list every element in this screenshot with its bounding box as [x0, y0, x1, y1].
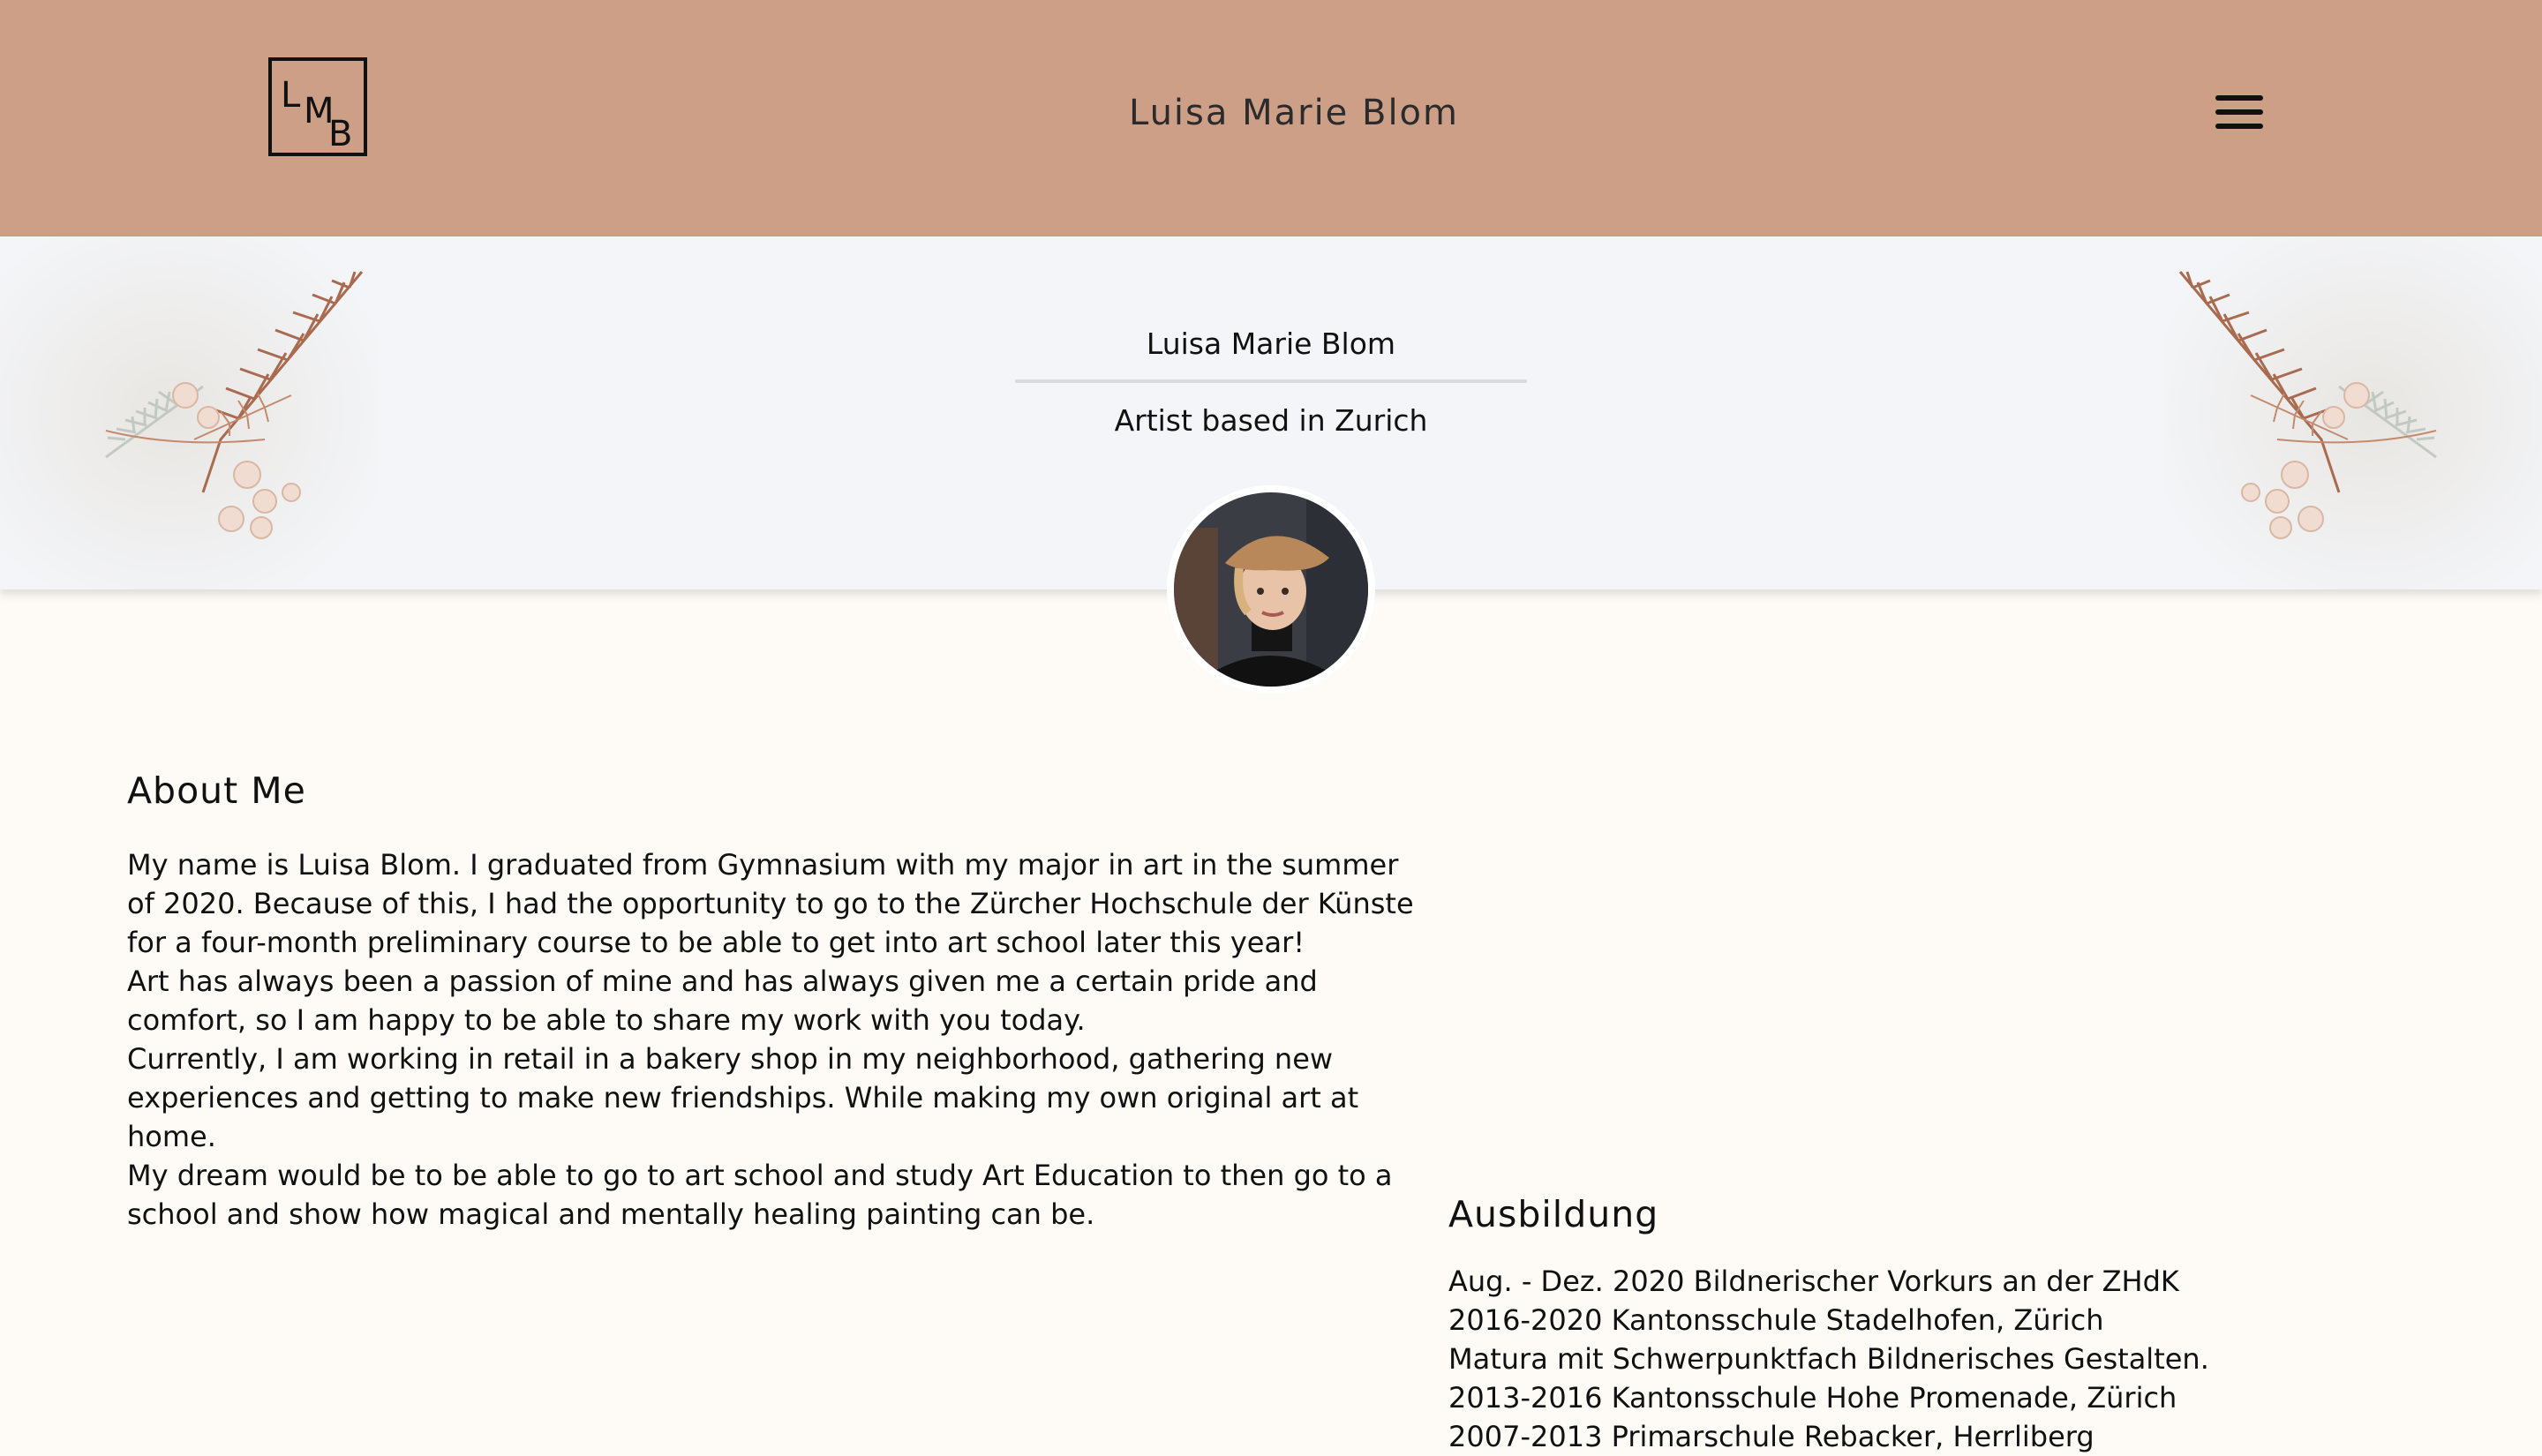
- hamburger-menu-icon[interactable]: [2215, 92, 2267, 132]
- about-paragraph: My name is Luisa Blom. I graduated from …: [127, 848, 1414, 959]
- education-item: Matura mit Schwerpunktfach Bildnerisches…: [1448, 1342, 2209, 1376]
- about-paragraph: Art has always been a passion of mine an…: [127, 964, 1318, 1037]
- hero-divider: [1015, 379, 1527, 383]
- education-list: Aug. - Dez. 2020 Bildnerischer Vorkurs a…: [1448, 1262, 2508, 1456]
- education-heading: Ausbildung: [1448, 1193, 1659, 1235]
- about-paragraph: My dream would be to be able to go to ar…: [127, 1159, 1393, 1231]
- education-item: Aug. - Dez. 2020 Bildnerischer Vorkurs a…: [1448, 1265, 2179, 1298]
- about-paragraph: Currently, I am working in retail in a b…: [127, 1042, 1359, 1153]
- avatar: [1167, 485, 1375, 694]
- about-heading: About Me: [127, 769, 306, 812]
- profile-photo-icon: [1174, 492, 1368, 687]
- hero-subtitle: Artist based in Zurich: [1114, 403, 1428, 438]
- hero-name: Luisa Marie Blom: [1146, 326, 1396, 361]
- site-title[interactable]: Luisa Marie Blom: [0, 93, 2542, 133]
- site-header: L M B Luisa Marie Blom: [0, 0, 2542, 236]
- education-item: 2007-2013 Primarschule Rebacker, Herrlib…: [1448, 1420, 2095, 1453]
- education-item: 2016-2020 Kantonsschule Stadelhofen, Zür…: [1448, 1303, 2104, 1337]
- education-item: 2013-2016 Kantonsschule Hohe Promenade, …: [1448, 1381, 2177, 1415]
- about-text: My name is Luisa Blom. I graduated from …: [127, 845, 1416, 1234]
